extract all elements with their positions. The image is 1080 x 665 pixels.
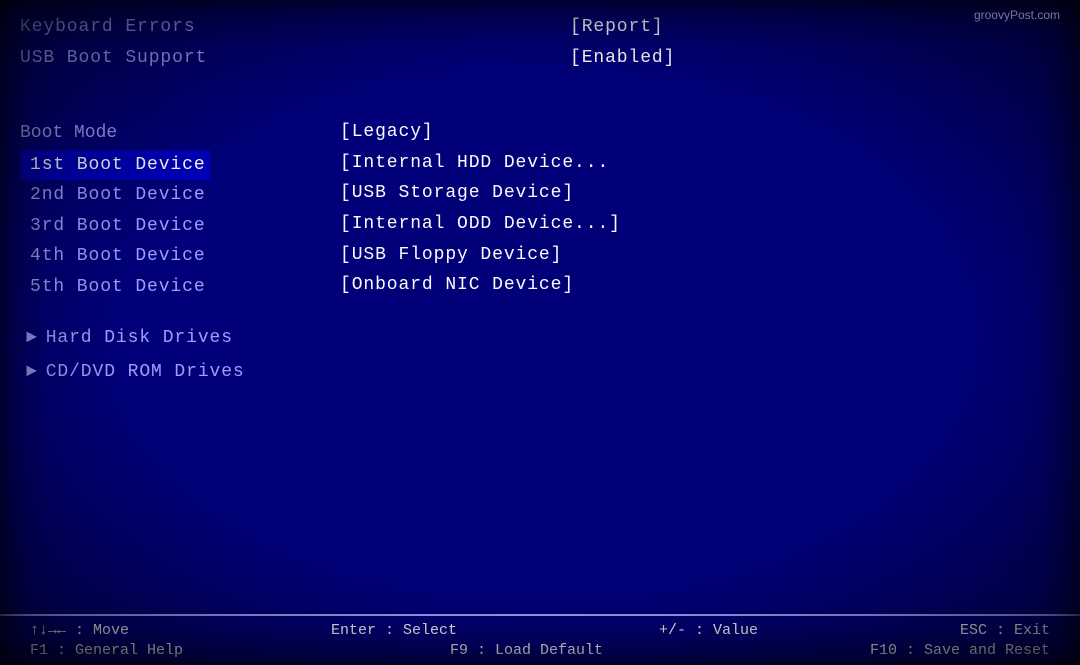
footer-value: +/- : Value: [659, 622, 758, 639]
boot-device-value-5: [Onboard NIC Device]: [340, 270, 1060, 301]
footer-move: ↑↓→← : Move: [30, 622, 129, 639]
boot-device-label-4[interactable]: 4th Boot Device: [20, 241, 340, 272]
footer-bar: ↑↓→← : Move Enter : Select +/- : Value E…: [0, 614, 1080, 665]
usb-boot-label: USB Boot Support: [20, 43, 510, 74]
submenu-item-2[interactable]: ►CD/DVD ROM Drives: [20, 355, 340, 389]
submenu-item-1[interactable]: ►Hard Disk Drives: [20, 321, 340, 355]
boot-device-value-1: [Internal HDD Device...: [340, 148, 1060, 179]
usb-boot-value: [Enabled]: [570, 43, 1060, 74]
boot-device-label-5[interactable]: 5th Boot Device: [20, 272, 340, 303]
footer-f10: F10 : Save and Reset: [870, 642, 1050, 659]
footer-f9: F9 : Load Default: [450, 642, 603, 659]
boot-device-label-1[interactable]: 1st Boot Device: [20, 150, 210, 181]
keyboard-errors-label: Keyboard Errors: [20, 12, 510, 43]
boot-device-value-3: [Internal ODD Device...]: [340, 209, 1060, 240]
footer-esc: ESC : Exit: [960, 622, 1050, 639]
footer-enter: Enter : Select: [331, 622, 457, 639]
boot-mode-value: [Legacy]: [340, 117, 1060, 148]
boot-device-value-4: [USB Floppy Device]: [340, 240, 1060, 271]
watermark: groovyPost.com: [974, 8, 1060, 22]
boot-device-label-2[interactable]: 2nd Boot Device: [20, 180, 340, 211]
boot-device-value-2: [USB Storage Device]: [340, 178, 1060, 209]
boot-mode-label[interactable]: Boot Mode: [20, 117, 340, 149]
footer-f1: F1 : General Help: [30, 642, 183, 659]
boot-device-label-3[interactable]: 3rd Boot Device: [20, 211, 340, 242]
